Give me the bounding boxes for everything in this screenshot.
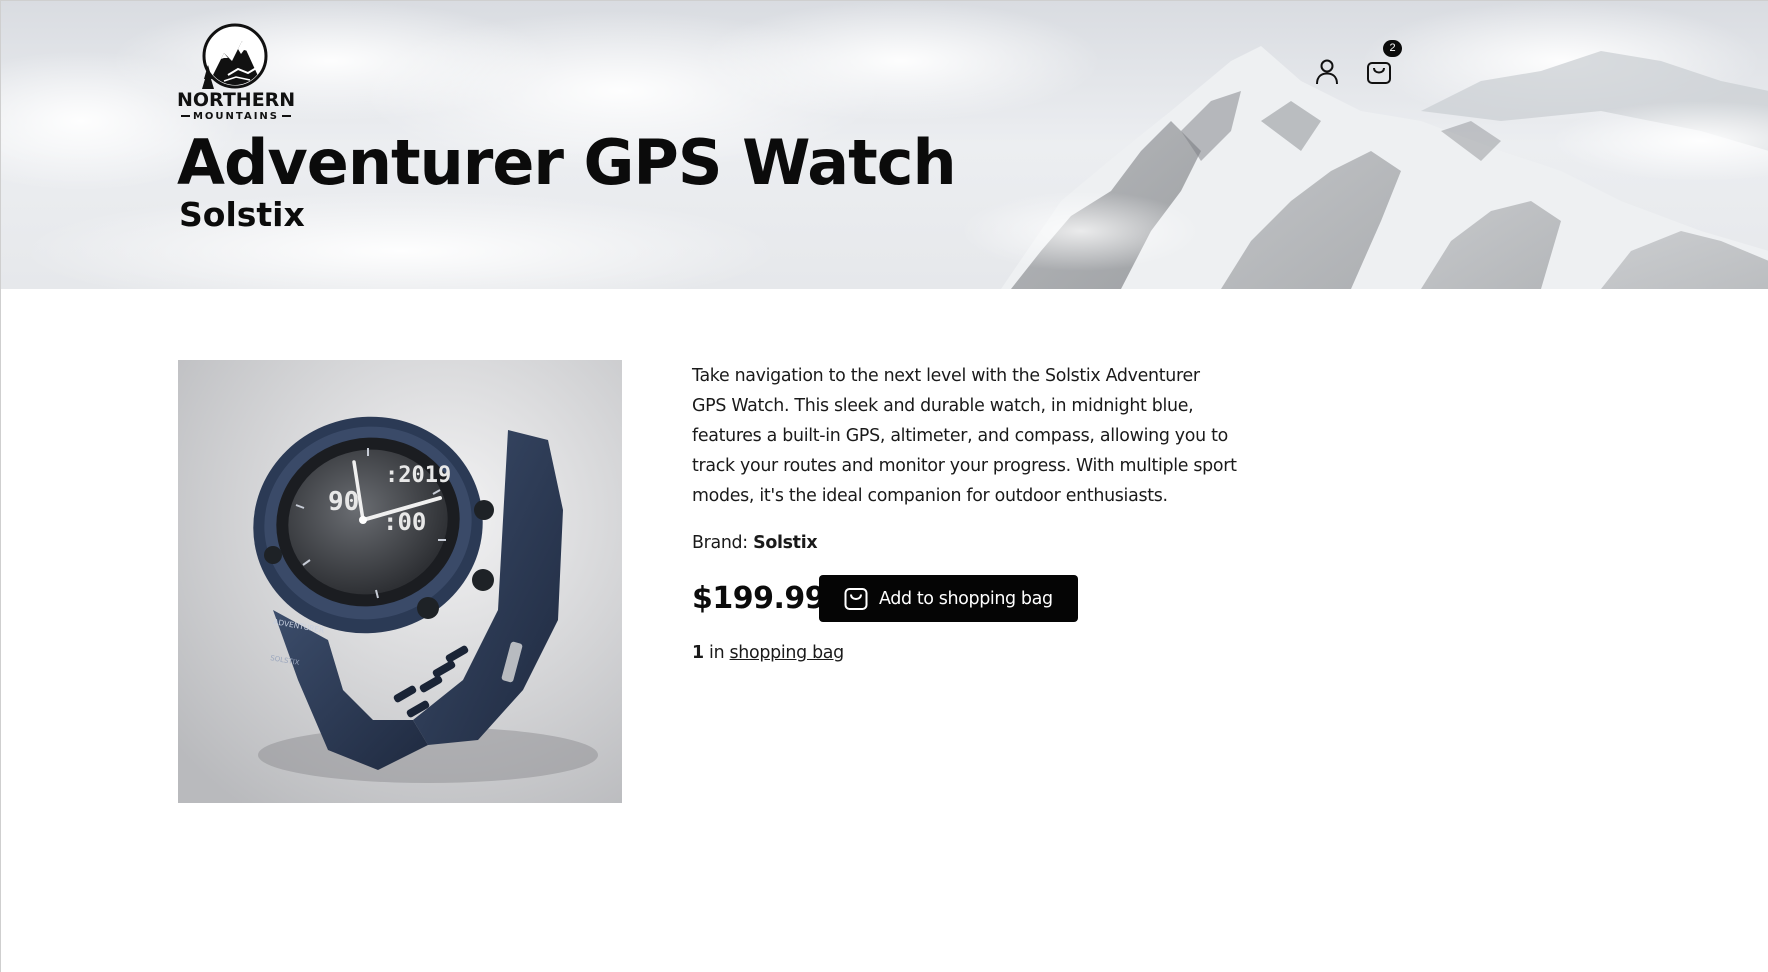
watch-image: :2019 90 :00 ADVENTURER SOLSTIX (178, 360, 622, 803)
purchase-row: $199.99 Add to shopping bag (692, 575, 1252, 623)
user-icon (1316, 59, 1338, 85)
brand-label: Brand: (692, 533, 748, 553)
add-to-bag-button[interactable]: Add to shopping bag (819, 575, 1078, 622)
logo-text-secondary: MOUNTAINS (177, 111, 295, 123)
cart-count-badge: 2 (1383, 40, 1402, 57)
product-brand-subtitle: Solstix (179, 195, 305, 234)
svg-text:90: 90 (328, 487, 359, 517)
shopping-bag-icon (1367, 62, 1391, 84)
add-to-bag-label: Add to shopping bag (879, 588, 1053, 609)
mountain-logo-icon (202, 23, 268, 89)
brand-row: Brand: Solstix (692, 529, 1252, 557)
in-bag-status: 1 in shopping bag (692, 639, 844, 667)
product-title: Adventurer GPS Watch (177, 126, 957, 199)
product-image: :2019 90 :00 ADVENTURER SOLSTIX (178, 360, 622, 803)
shopping-bag-button[interactable] (1362, 54, 1396, 88)
product-price: $199.99 (692, 581, 826, 616)
store-logo[interactable]: NORTHERN MOUNTAINS (177, 23, 295, 123)
shopping-bag-icon (844, 587, 868, 610)
in-bag-count: 1 (692, 643, 704, 663)
page-header: NORTHERN MOUNTAINS Adventurer GPS Watch … (1, 1, 1768, 289)
product-description: Take navigation to the next level with t… (692, 366, 1237, 506)
product-info: Take navigation to the next level with t… (692, 361, 1252, 663)
svg-text::2019: :2019 (385, 463, 451, 488)
product-page: NORTHERN MOUNTAINS Adventurer GPS Watch … (0, 0, 1768, 972)
brand-value: Solstix (753, 533, 818, 553)
logo-text-primary: NORTHERN (177, 89, 296, 111)
shopping-bag-link[interactable]: shopping bag (730, 643, 845, 663)
logo-text-secondary-label: MOUNTAINS (192, 111, 280, 122)
account-button[interactable] (1310, 55, 1344, 89)
in-bag-text: in (709, 643, 725, 663)
